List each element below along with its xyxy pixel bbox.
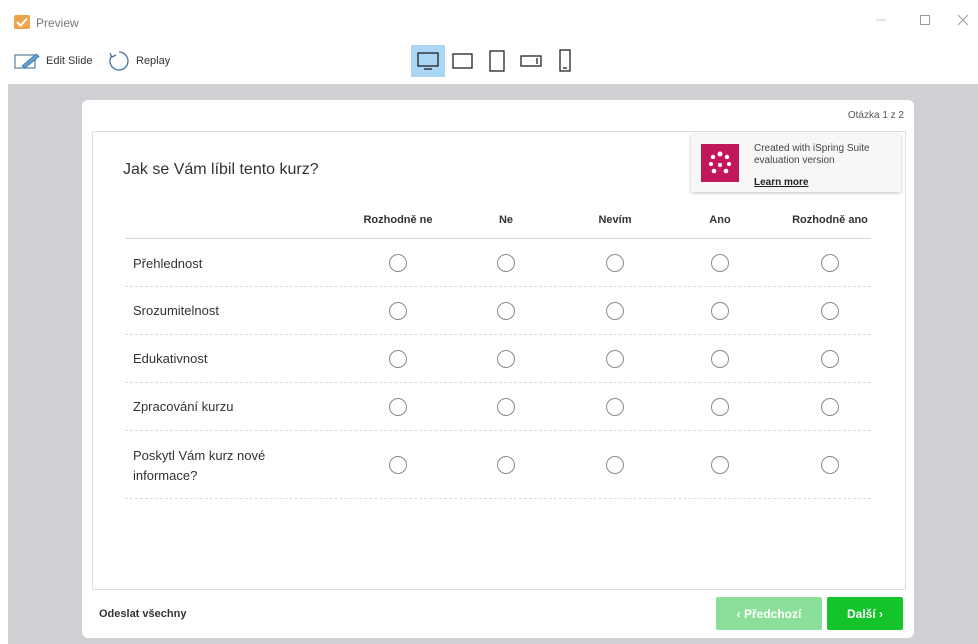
row-divider	[125, 334, 871, 336]
radio-option[interactable]	[497, 302, 515, 320]
close-button[interactable]	[948, 8, 978, 32]
ispring-logo	[701, 144, 739, 182]
row-divider	[125, 382, 871, 384]
tablet-portrait-icon	[489, 50, 505, 72]
radio-option[interactable]	[497, 456, 515, 474]
radio-option[interactable]	[497, 398, 515, 416]
radio-option[interactable]	[497, 350, 515, 368]
submit-all-link[interactable]: Odeslat všechny	[99, 608, 186, 620]
question-counter: Otázka 1 z 2	[847, 110, 904, 121]
device-tablet-portrait-button[interactable]	[480, 45, 514, 77]
device-phone-portrait-button[interactable]	[548, 45, 582, 77]
row-label: Zpracování kurzu	[133, 399, 234, 414]
column-header: Rozhodně ne	[363, 214, 433, 226]
previous-button[interactable]: ‹ Předchozí	[716, 597, 822, 630]
radio-option[interactable]	[606, 398, 624, 416]
radio-option[interactable]	[711, 456, 729, 474]
window-title: Preview	[36, 16, 79, 30]
learn-more-link[interactable]: Learn more	[754, 177, 808, 188]
radio-option[interactable]	[821, 350, 839, 368]
radio-option[interactable]	[389, 254, 407, 272]
device-desktop-button[interactable]	[411, 45, 445, 77]
radio-option[interactable]	[711, 398, 729, 416]
replay-button[interactable]: Replay	[108, 48, 170, 74]
question-title: Jak se Vám líbil tento kurz?	[123, 161, 319, 178]
column-header: Ne	[498, 214, 514, 226]
radio-option[interactable]	[606, 350, 624, 368]
question-panel: Jak se Vám líbil tento kurz? Created wit…	[92, 131, 906, 590]
radio-option[interactable]	[711, 302, 729, 320]
column-header: Nevím	[598, 214, 632, 226]
header-divider	[125, 238, 871, 239]
row-label-line-2: informace?	[133, 468, 198, 483]
row-label: Poskytl Vám kurz nové informace?	[133, 446, 265, 486]
row-label: Srozumitelnost	[133, 303, 219, 318]
radio-option[interactable]	[606, 254, 624, 272]
device-tablet-landscape-button[interactable]	[446, 45, 480, 77]
radio-option[interactable]	[389, 456, 407, 474]
badge-line-1: Created with iSpring Suite	[754, 143, 870, 154]
radio-option[interactable]	[711, 350, 729, 368]
close-icon	[957, 14, 969, 26]
radio-option[interactable]	[821, 254, 839, 272]
edit-slide-button[interactable]: Edit Slide	[14, 48, 92, 74]
edit-slide-icon	[14, 53, 40, 69]
replay-icon	[109, 51, 129, 71]
radio-option[interactable]	[821, 398, 839, 416]
tablet-landscape-icon	[452, 53, 473, 69]
radio-option[interactable]	[821, 456, 839, 474]
edit-slide-label: Edit Slide	[46, 55, 93, 67]
radio-option[interactable]	[606, 302, 624, 320]
minimize-button[interactable]	[866, 8, 896, 32]
evaluation-badge: Created with iSpring Suite evaluation ve…	[691, 134, 901, 192]
row-label: Přehlednost	[133, 256, 203, 271]
slide-card: Otázka 1 z 2 Jak se Vám líbil tento kurz…	[82, 100, 914, 638]
column-header: Ano	[709, 214, 731, 226]
minimize-icon	[876, 19, 886, 21]
badge-text: Created with iSpring Suite evaluation ve…	[754, 143, 870, 167]
radio-option[interactable]	[389, 302, 407, 320]
column-header: Rozhodně ano	[792, 214, 868, 226]
radio-option[interactable]	[711, 254, 729, 272]
radio-option[interactable]	[821, 302, 839, 320]
title-bar: Preview	[0, 0, 978, 38]
badge-line-2: evaluation version	[754, 155, 835, 166]
maximize-icon	[920, 15, 930, 25]
replay-label: Replay	[136, 55, 171, 67]
row-divider	[125, 498, 871, 500]
row-label: Edukativnost	[133, 351, 208, 366]
app-logo-icon	[14, 15, 30, 29]
maximize-button[interactable]	[910, 8, 940, 32]
radio-option[interactable]	[389, 350, 407, 368]
device-phone-landscape-button[interactable]	[514, 45, 548, 77]
next-button[interactable]: Další ›	[827, 597, 903, 630]
row-divider	[125, 430, 871, 432]
row-divider	[125, 286, 871, 288]
phone-landscape-icon	[520, 55, 542, 67]
monitor-icon	[417, 52, 439, 70]
row-label-line-1: Poskytl Vám kurz nové	[133, 448, 266, 463]
toolbar: Edit Slide Replay	[0, 38, 978, 84]
radio-option[interactable]	[606, 456, 624, 474]
radio-option[interactable]	[389, 398, 407, 416]
radio-option[interactable]	[497, 254, 515, 272]
phone-portrait-icon	[559, 49, 571, 72]
